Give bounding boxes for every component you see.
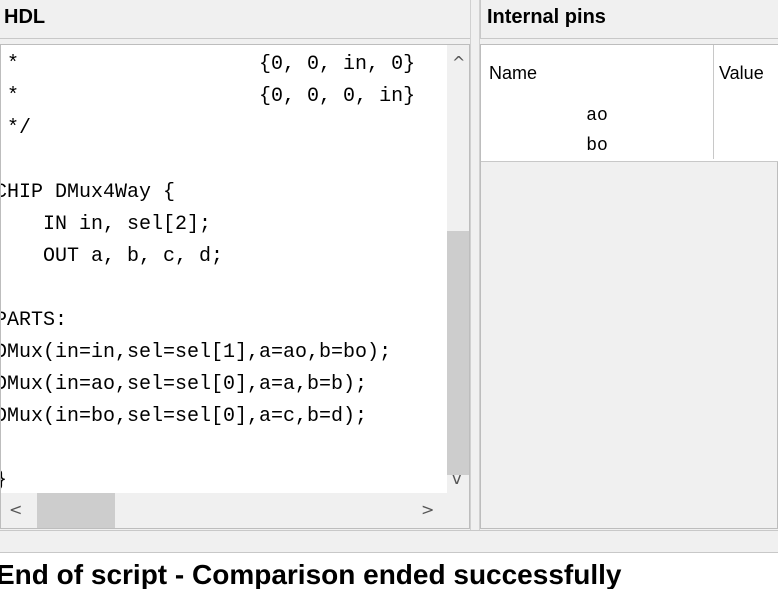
table-row[interactable]: bo [481, 131, 778, 162]
status-divider [0, 530, 778, 551]
hdl-panel-header: HDL [0, 0, 470, 39]
status-message: End of script - Comparison ended success… [0, 559, 622, 589]
internal-pins-table: Name Value ao bo [480, 44, 778, 529]
pin-name-cell: bo [586, 136, 608, 156]
table-row[interactable]: ao [481, 101, 778, 132]
status-bar: End of script - Comparison ended success… [0, 552, 778, 589]
horizontal-scrollbar[interactable]: < > [1, 493, 447, 528]
scroll-right-icon[interactable]: > [421, 500, 434, 519]
hdl-panel-title: HDL [4, 6, 46, 28]
vertical-scroll-thumb[interactable] [447, 231, 469, 475]
horizontal-scroll-thumb[interactable] [37, 493, 115, 528]
column-header-name[interactable]: Name [489, 63, 537, 84]
scroll-up-icon[interactable]: ^ [452, 53, 465, 72]
table-header: Name Value [481, 45, 778, 102]
pin-name-cell: ao [586, 106, 608, 126]
column-header-value[interactable]: Value [719, 63, 764, 84]
scroll-down-icon[interactable]: v [452, 469, 461, 488]
scroll-left-icon[interactable]: < [9, 500, 22, 519]
internal-pins-title: Internal pins [487, 6, 606, 28]
scrollbar-corner [447, 493, 469, 528]
column-divider[interactable] [713, 45, 714, 159]
hdl-code-text[interactable]: * {0, 0, in, 0} * {0, 0, 0, in} */ CHIP … [1, 49, 415, 493]
internal-pins-header: Internal pins [480, 0, 778, 39]
code-area[interactable]: * {0, 0, in, 0} * {0, 0, 0, in} */ CHIP … [1, 45, 447, 493]
vertical-scrollbar[interactable]: ^ v [447, 45, 469, 493]
hdl-code-editor[interactable]: * {0, 0, in, 0} * {0, 0, 0, in} */ CHIP … [0, 44, 470, 529]
panel-splitter[interactable] [470, 0, 480, 530]
